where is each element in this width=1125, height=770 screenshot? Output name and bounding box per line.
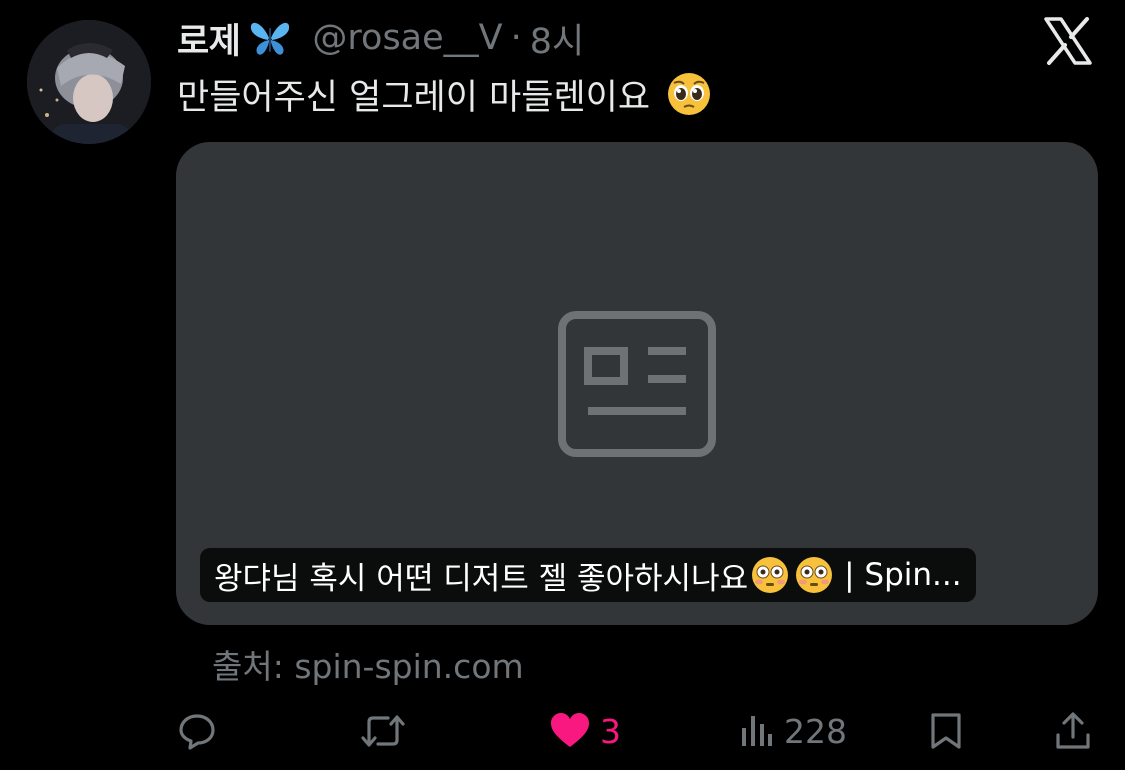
card-source[interactable]: 출처: spin-spin.com xyxy=(212,640,524,688)
link-card[interactable]: 왕댜님 혹시 어떤 디저트 젤 좋아하시나요 | Spin... xyxy=(176,142,1098,625)
retweet-button[interactable] xyxy=(360,708,406,754)
share-button[interactable] xyxy=(1055,708,1091,754)
tweet-text-content: 만들어주신 얼그레이 마들렌이요 xyxy=(177,77,651,118)
flushed-face-emoji xyxy=(750,555,790,595)
reply-icon xyxy=(178,712,216,750)
tweet-header: 로제 @rosae__V · 8시 xyxy=(177,14,584,62)
card-title-text: 왕댜님 혹시 어떤 디저트 젤 좋아하시나요 xyxy=(214,560,749,597)
like-button[interactable]: 3 xyxy=(550,708,621,754)
share-icon xyxy=(1055,711,1091,751)
reply-button[interactable] xyxy=(178,708,216,754)
views-icon xyxy=(740,714,774,748)
bookmark-icon xyxy=(929,712,963,750)
pleading-face-emoji xyxy=(666,71,712,117)
butterfly-icon xyxy=(248,18,292,58)
card-title[interactable]: 왕댜님 혹시 어떤 디저트 젤 좋아하시나요 | Spin... xyxy=(200,548,976,602)
separator-dot: · xyxy=(510,18,522,58)
article-icon xyxy=(558,311,716,457)
avatar[interactable] xyxy=(27,20,151,144)
handle[interactable]: @rosae__V xyxy=(312,18,502,58)
bookmark-button[interactable] xyxy=(929,708,963,754)
retweet-icon xyxy=(360,712,406,750)
like-count: 3 xyxy=(600,711,621,751)
timestamp[interactable]: 8시 xyxy=(530,13,584,64)
display-name[interactable]: 로제 xyxy=(177,13,241,64)
flushed-face-emoji xyxy=(794,555,834,595)
views-button[interactable]: 228 xyxy=(740,708,847,754)
heart-icon xyxy=(550,713,590,749)
views-count: 228 xyxy=(784,711,847,751)
x-logo[interactable] xyxy=(1043,16,1093,66)
card-title-tail: | Spin... xyxy=(844,557,962,593)
tweet-text: 만들어주신 얼그레이 마들렌이요 xyxy=(177,68,712,120)
